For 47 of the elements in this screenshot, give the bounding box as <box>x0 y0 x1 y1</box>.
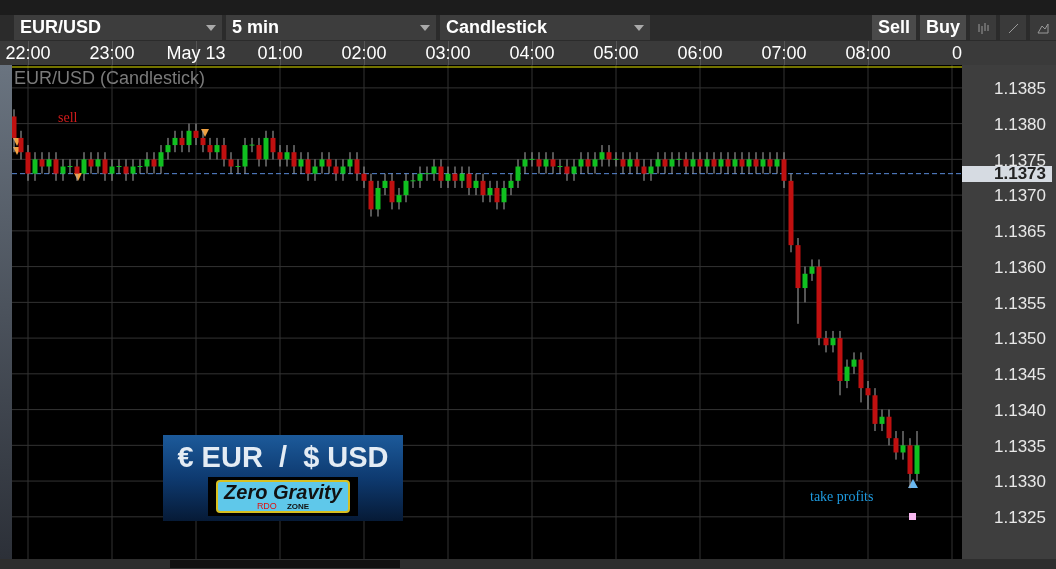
caret-icon <box>206 24 216 31</box>
interval-select[interactable]: 5 min <box>226 15 436 41</box>
buy-button[interactable]: Buy <box>920 15 966 41</box>
badge-tag: RDO <box>256 502 277 512</box>
price-label: 1.1375 <box>994 152 1046 168</box>
time-label: May 13 <box>166 42 226 66</box>
price-label: 1.1370 <box>994 187 1046 203</box>
area-icon[interactable] <box>1030 15 1056 41</box>
buy-marker-icon <box>908 479 918 489</box>
price-label: 1.1355 <box>994 295 1046 310</box>
time-label: 04:00 <box>509 42 555 66</box>
sell-marker-icon <box>201 129 209 138</box>
caret-icon <box>420 24 430 31</box>
target-marker-icon <box>909 513 916 521</box>
chart-title: EUR/USD (Candlestick) <box>14 69 206 88</box>
time-label: 01:00 <box>257 42 303 66</box>
time-label: 02:00 <box>341 42 387 66</box>
time-label: 08:00 <box>845 42 891 66</box>
badge-subtitle: ZONE <box>286 502 310 512</box>
price-label: 1.1350 <box>994 330 1046 346</box>
time-label: 06:00 <box>677 42 723 66</box>
time-label: 05:00 <box>593 42 639 66</box>
price-label: 1.1365 <box>994 223 1046 239</box>
caret-icon <box>634 24 644 31</box>
logo-headline: € EUR / $ USD <box>177 441 389 475</box>
time-label: 22:00 <box>5 42 51 66</box>
price-label: 1.1385 <box>994 80 1046 96</box>
sell-note: sell <box>58 110 78 127</box>
price-label: 1.1340 <box>994 402 1046 418</box>
sell-button[interactable]: Sell <box>871 15 916 41</box>
price-label: 1.1325 <box>994 509 1046 525</box>
badge-title: Zero Gravity <box>224 482 342 503</box>
time-label: 07:00 <box>761 42 807 66</box>
bars-icon[interactable] <box>970 15 996 41</box>
chart-type-select[interactable]: Candlestick <box>440 15 650 41</box>
scrollbar[interactable] <box>170 560 400 569</box>
price-label: 1.1360 <box>994 259 1046 275</box>
price-label: 1.1335 <box>994 438 1046 453</box>
price-label: 1.1380 <box>994 116 1046 132</box>
time-label: 03:00 <box>425 42 471 66</box>
time-label: 0 <box>952 42 962 66</box>
take-profit-note: take profits <box>810 489 874 506</box>
current-price-label: 1.1373 <box>962 165 1052 182</box>
price-label: 1.1330 <box>994 473 1046 489</box>
time-label: 23:00 <box>89 42 135 66</box>
price-label: 1.1345 <box>994 366 1046 382</box>
instrument-select[interactable]: EUR/USD <box>14 15 222 41</box>
